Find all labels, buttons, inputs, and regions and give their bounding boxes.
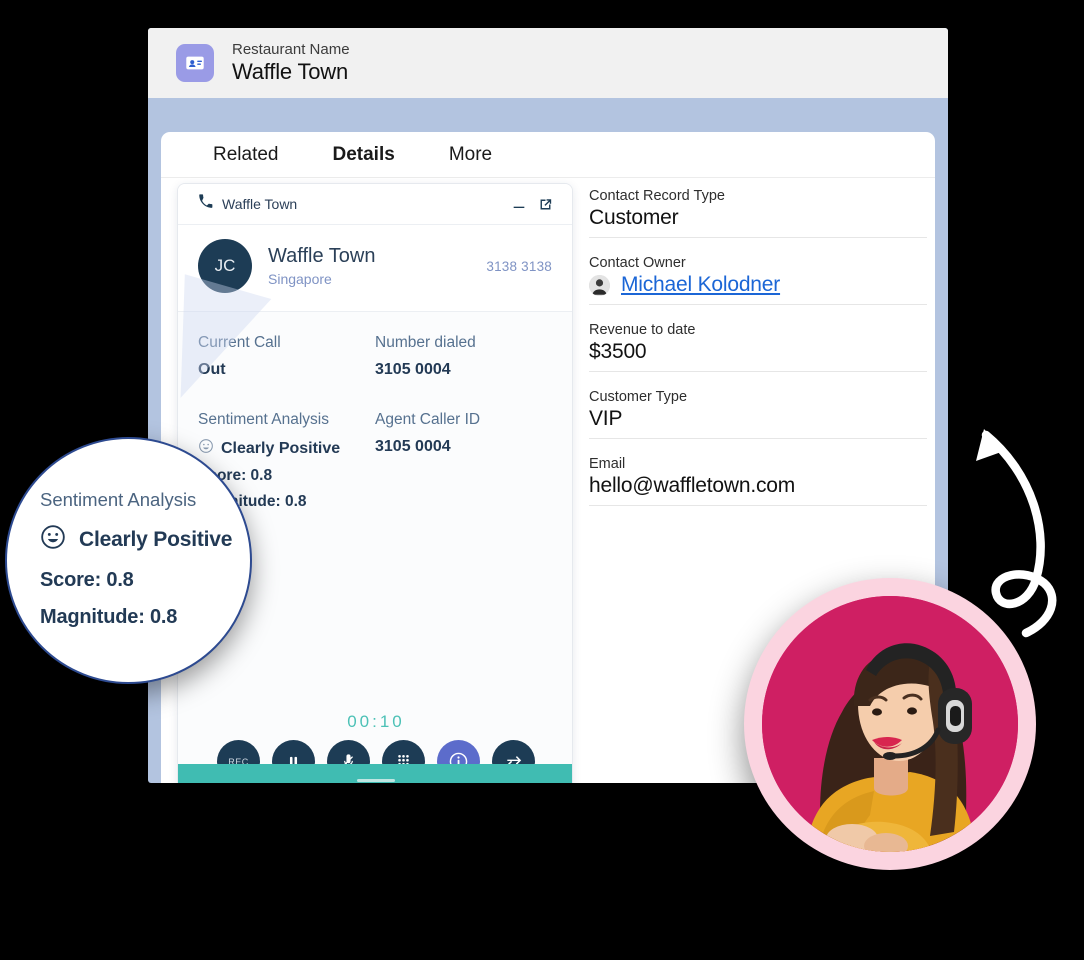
tab-related[interactable]: Related [213,144,279,166]
external-link-icon[interactable] [532,191,558,217]
agent-caller-id-field: Agent Caller ID 3105 0004 [375,411,552,511]
magnifier-magnitude: Magnitude: 0.8 [40,606,178,628]
magnifier-sentiment-value: Clearly Positive [79,527,233,551]
field-contact-owner: Contact Owner Michael Kolodner [589,255,927,305]
contact-location: Singapore [268,270,332,287]
record-tabs: Related Details More [161,132,935,178]
magnifier-sentiment-row: Clearly Positive [40,524,250,555]
contact-owner-link[interactable]: Michael Kolodner [621,273,780,297]
tab-more[interactable]: More [449,144,492,166]
call-timer: 00:10 [347,712,405,731]
sentiment-analysis-label: Sentiment Analysis [198,411,329,428]
field-customer-type: Customer Type VIP [589,389,927,439]
magnifier-score: Score: 0.8 [40,569,134,591]
field-label: Customer Type [589,389,688,405]
drag-handle[interactable] [357,778,395,782]
call-panel: Waffle Town JC Waffle Town Singapore 313… [177,183,573,783]
agent-caller-id-value: 3105 0004 [375,438,451,455]
avatar [589,274,610,296]
number-dialed-label: Number dialed [375,334,476,351]
record-title: Waffle Town [232,58,349,84]
field-email: Email hello@waffletown.com [589,456,927,506]
record-brand-block: Restaurant Name Waffle Town [176,41,350,84]
magnifier-callout: Sentiment Analysis Clearly Positive Scor… [5,437,252,684]
record-type-label: Restaurant Name [232,41,350,58]
field-value: VIP [589,407,623,430]
field-revenue-to-date: Revenue to date $3500 [589,322,927,372]
contact-owner-row: Michael Kolodner [589,273,927,297]
field-label: Revenue to date [589,322,696,338]
field-value: hello@waffletown.com [589,474,796,497]
window-topbar: Restaurant Name Waffle Town [148,28,948,98]
field-contact-record-type: Contact Record Type Customer [589,188,927,238]
details-field-list: Contact Record Type Customer Contact Own… [589,188,927,523]
sentiment-value-row: Clearly Positive [198,438,375,459]
field-value: $3500 [589,340,647,363]
call-panel-footer [178,764,572,783]
contact-identity: Waffle Town Singapore [268,244,486,289]
field-label: Contact Record Type [589,188,725,204]
record-identity: Restaurant Name Waffle Town [232,41,350,84]
tab-details[interactable]: Details [333,144,395,166]
smiley-face-icon [198,438,214,459]
contact-name: Waffle Town [268,244,376,267]
number-dialed-value: 3105 0004 [375,361,451,378]
number-dialed-field: Number dialed 3105 0004 [375,334,552,379]
phone-icon [198,194,213,214]
field-value: Customer [589,206,679,229]
call-panel-header: Waffle Town [178,184,572,225]
smiley-face-icon [40,524,66,555]
sentiment-value: Clearly Positive [221,439,341,457]
agent-caller-id-label: Agent Caller ID [375,411,481,428]
minimize-icon[interactable] [506,191,532,217]
contact-card-icon [176,44,214,83]
call-meta-row-2: Sentiment Analysis Clearly Positive Scor… [198,411,552,511]
contact-phone-number: 3138 3138 [486,258,552,274]
field-label: Contact Owner [589,255,686,271]
call-panel-title: Waffle Town [222,196,298,212]
curved-up-arrow [976,429,1057,638]
field-label: Email [589,456,626,472]
magnifier-title: Sentiment Analysis [40,489,197,510]
